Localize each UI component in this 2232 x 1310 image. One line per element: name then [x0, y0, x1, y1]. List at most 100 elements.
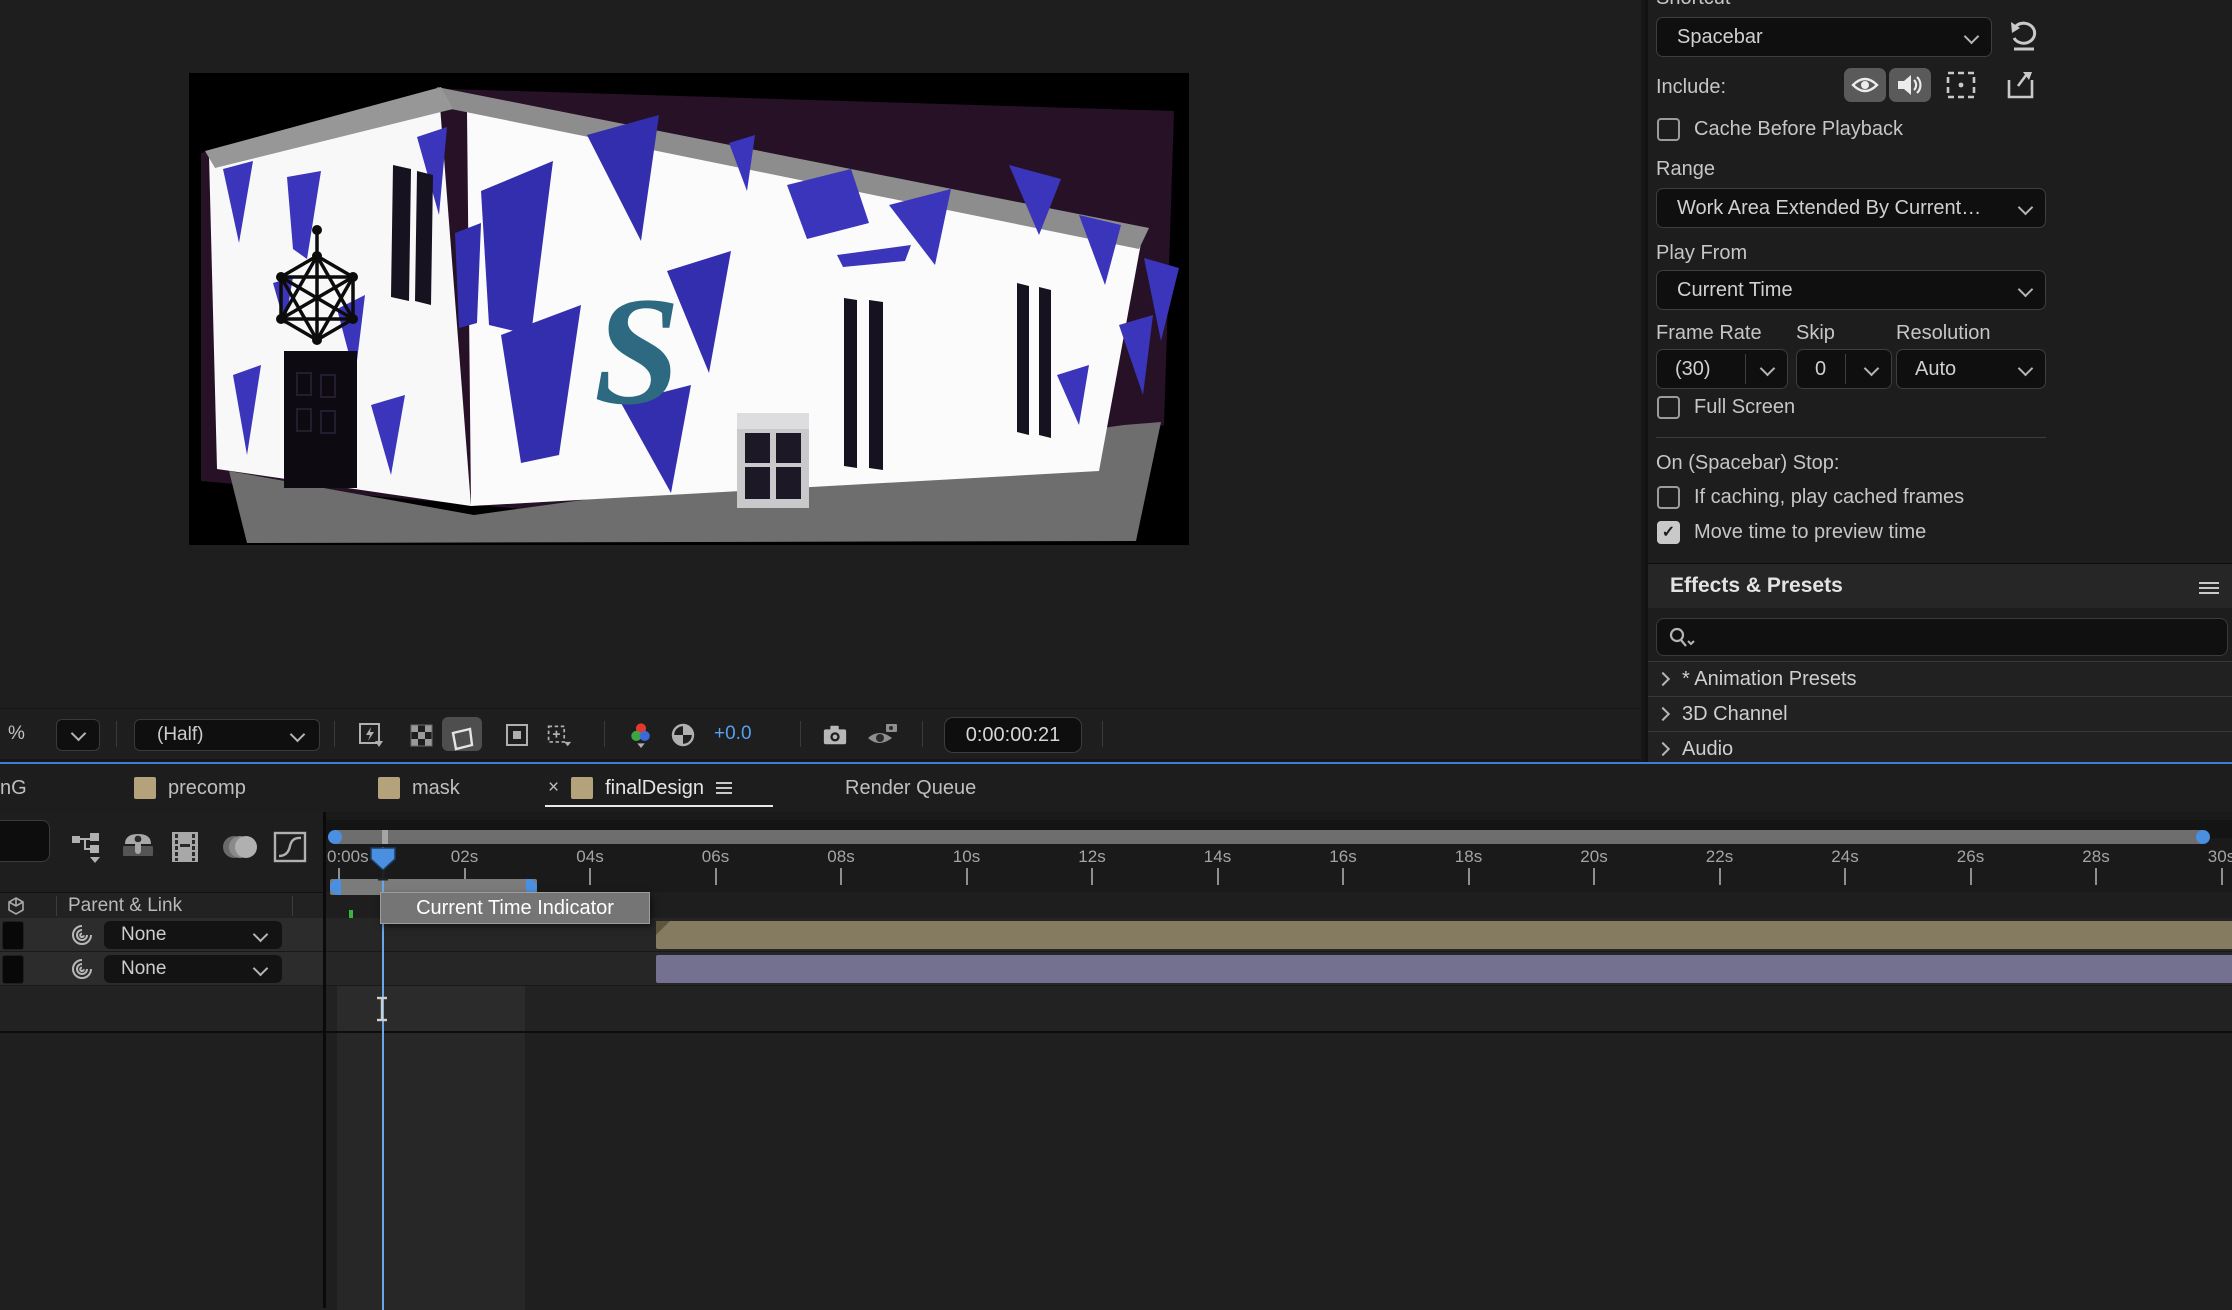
- chevron-right-icon[interactable]: [1656, 742, 1670, 756]
- timecode-display[interactable]: 0:00:00:21: [944, 717, 1082, 753]
- parent-link-dropdown[interactable]: None: [104, 921, 282, 949]
- layer-row-2-track[interactable]: [326, 952, 2232, 986]
- if-caching-row[interactable]: If caching, play cached frames: [1657, 486, 1964, 509]
- ruler-label: 0:00s: [327, 847, 369, 867]
- include-overlays-button[interactable]: [1945, 70, 1977, 100]
- cache-before-playback-label: Cache Before Playback: [1694, 118, 1903, 141]
- work-area-start-handle[interactable]: [330, 879, 341, 895]
- draft-3d-icon[interactable]: [120, 830, 156, 862]
- effects-category-label: * Animation Presets: [1682, 668, 1857, 691]
- effects-presets-header[interactable]: Effects & Presets: [1648, 563, 2232, 608]
- layer-row-2-controls[interactable]: None: [0, 952, 323, 986]
- magnification-value[interactable]: %: [8, 709, 25, 759]
- cache-before-playback-checkbox[interactable]: [1657, 118, 1680, 141]
- if-caching-checkbox[interactable]: [1657, 486, 1680, 509]
- close-icon[interactable]: ×: [548, 777, 559, 799]
- chevron-right-icon[interactable]: [1656, 707, 1670, 721]
- comp-icon: [378, 777, 400, 799]
- fast-preview-icon[interactable]: [358, 722, 384, 748]
- layer-bar-2[interactable]: [656, 955, 2232, 983]
- skip-dropdown[interactable]: 0: [1796, 349, 1892, 389]
- effects-category-row[interactable]: Audio: [1648, 731, 2232, 762]
- ruler-label: 28s: [2082, 847, 2109, 867]
- export-icon: [2005, 70, 2037, 100]
- ruler-tick-container: 0:00s02s04s06s08s10s12s14s16s18s20s22s24…: [326, 812, 2232, 892]
- layer-bar-1[interactable]: [656, 921, 2232, 949]
- flowchart-icon[interactable]: [70, 830, 106, 864]
- effects-search-input[interactable]: [1656, 618, 2228, 656]
- move-time-checkbox[interactable]: ✓: [1657, 521, 1680, 544]
- tab-menu-icon[interactable]: [716, 779, 732, 797]
- full-screen-checkbox[interactable]: [1657, 396, 1680, 419]
- range-dropdown[interactable]: Work Area Extended By Current…: [1656, 188, 2046, 228]
- snapshot-camera-icon[interactable]: [822, 722, 848, 748]
- tab-precomp[interactable]: precomp: [134, 764, 246, 812]
- time-ruler[interactable]: 0:00s02s04s06s08s10s12s14s16s18s20s22s24…: [326, 812, 2232, 892]
- frame-blending-icon[interactable]: [168, 830, 202, 864]
- reset-icon[interactable]: [2008, 20, 2038, 52]
- effects-category-label: 3D Channel: [1682, 703, 1788, 726]
- on-stop-label: On (Spacebar) Stop:: [1656, 452, 1839, 475]
- search-icon: [1667, 626, 1697, 650]
- exposure-icon[interactable]: [670, 722, 696, 748]
- ruler-label: 24s: [1831, 847, 1858, 867]
- guides-options-icon[interactable]: [546, 722, 572, 748]
- ruler-label: 30s: [2208, 847, 2232, 867]
- tab-render-queue[interactable]: Render Queue: [845, 764, 976, 812]
- render-queue-label: Render Queue: [845, 777, 976, 800]
- tab-mask[interactable]: mask: [378, 764, 460, 812]
- ruler-tick: [2221, 868, 2223, 885]
- include-audio-button[interactable]: [1889, 68, 1931, 102]
- pickwhip-icon[interactable]: [70, 923, 94, 947]
- preview-resolution-dropdown[interactable]: Auto: [1896, 349, 2046, 389]
- ruler-tick: [1342, 868, 1344, 885]
- ruler-tick: [715, 868, 717, 885]
- effects-category-row[interactable]: 3D Channel: [1648, 696, 2232, 731]
- layer-color-swatch[interactable]: [2, 955, 24, 984]
- layer-color-swatch[interactable]: [2, 921, 24, 950]
- pickwhip-icon[interactable]: [70, 957, 94, 981]
- comp-icon: [134, 777, 156, 799]
- effects-category-row[interactable]: * Animation Presets: [1648, 661, 2232, 696]
- full-screen-row[interactable]: Full Screen: [1657, 396, 1795, 419]
- current-time-indicator[interactable]: [369, 847, 397, 883]
- transparency-grid-icon[interactable]: [408, 722, 434, 748]
- eye-icon: [1851, 75, 1879, 95]
- rgb-channels-icon[interactable]: [628, 722, 654, 748]
- cache-before-playback-row[interactable]: Cache Before Playback: [1657, 118, 1903, 141]
- right-door: [737, 413, 809, 508]
- resolution-dropdown[interactable]: (Half): [134, 719, 320, 751]
- ruler-label: 20s: [1580, 847, 1607, 867]
- parent-link-value: None: [121, 924, 166, 946]
- play-from-dropdown[interactable]: Current Time: [1656, 270, 2046, 310]
- frame-rate-label: Frame Rate: [1656, 322, 1762, 345]
- mask-visibility-icon[interactable]: [449, 726, 475, 752]
- graph-editor-icon[interactable]: [272, 830, 308, 864]
- layer-row-1-controls[interactable]: None: [0, 918, 323, 952]
- shortcut-dropdown[interactable]: Spacebar: [1656, 17, 1992, 57]
- column-divider[interactable]: [323, 812, 326, 1308]
- share-preview-button[interactable]: [2005, 70, 2037, 100]
- tab-partial[interactable]: nG: [0, 764, 27, 812]
- include-video-button[interactable]: [1844, 68, 1886, 102]
- timeline-empty-area: [0, 1033, 2232, 1310]
- move-time-label: Move time to preview time: [1694, 521, 1926, 544]
- full-screen-label: Full Screen: [1694, 396, 1795, 419]
- after-effects-window: { "viewer": { "magnification_suffix": "%…: [0, 0, 2232, 1308]
- current-time-field[interactable]: [0, 820, 50, 862]
- move-time-row[interactable]: ✓ Move time to preview time: [1657, 521, 1926, 544]
- region-of-interest-icon[interactable]: [504, 722, 530, 748]
- chevron-right-icon[interactable]: [1656, 672, 1670, 686]
- magnification-dropdown[interactable]: [56, 719, 100, 751]
- motion-blur-icon[interactable]: [220, 830, 260, 864]
- ruler-label: 06s: [702, 847, 729, 867]
- ruler-label: 10s: [953, 847, 980, 867]
- composition-viewport[interactable]: S: [189, 73, 1189, 545]
- ruler-tick: [1091, 868, 1093, 885]
- if-caching-label: If caching, play cached frames: [1694, 486, 1964, 509]
- show-snapshot-icon[interactable]: [866, 722, 900, 748]
- panel-menu-icon[interactable]: [2199, 579, 2219, 597]
- frame-rate-dropdown[interactable]: (30): [1656, 349, 1788, 389]
- exposure-value[interactable]: +0.0: [714, 709, 752, 759]
- parent-link-dropdown[interactable]: None: [104, 955, 282, 983]
